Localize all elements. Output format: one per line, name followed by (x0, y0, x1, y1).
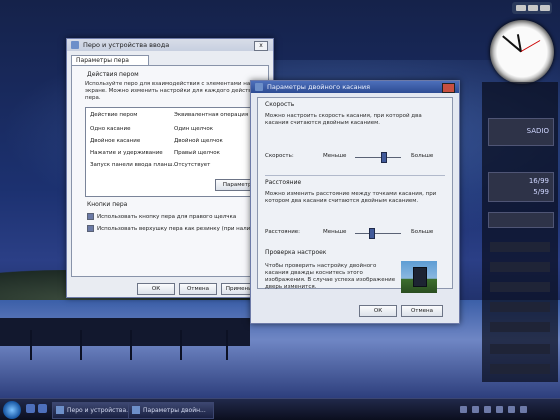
eraser-checkbox[interactable]: Использовать верхушку пера как резинку (… (87, 225, 263, 232)
tray-icon[interactable] (472, 406, 479, 413)
gadget-next-icon[interactable] (540, 5, 550, 11)
window-titlebar[interactable]: Перо и устройства ввода x (67, 39, 273, 51)
pier (0, 318, 250, 346)
gadget-slot[interactable] (488, 212, 554, 228)
header-equivalent: Эквивалентная операция (174, 112, 249, 118)
settings-window-icon (255, 83, 263, 91)
distance-slider-thumb[interactable] (369, 228, 376, 239)
speed-description: Можно настроить скорость касания, при ко… (265, 113, 422, 126)
row-action: Двойное касание (90, 138, 141, 144)
speed-label: Скорость: (265, 153, 294, 159)
actions-description: Используйте перо для взаимодействия с эл… (85, 81, 259, 101)
distance-description: Можно изменить расстояние между точками … (265, 191, 437, 204)
double-tap-window: Параметры двойного касания Скорость Можн… (250, 80, 460, 324)
gadget-add-icon[interactable] (516, 5, 526, 11)
row-action: Одно касание (90, 126, 131, 132)
pier-post (80, 330, 82, 360)
gadget-slot[interactable] (490, 262, 550, 272)
cpu-gadget[interactable]: SADIO (488, 118, 554, 146)
settings-task-icon (132, 406, 140, 414)
checkbox-box[interactable] (87, 213, 94, 220)
row-equivalent: Двойной щелчок (174, 138, 223, 144)
meter-gadget[interactable]: 16/99 5/99 (488, 172, 554, 202)
pier-post (226, 330, 228, 360)
taskbar: Перо и устройства... Параметры двойн... (0, 398, 560, 420)
quick-launch-icon[interactable] (38, 404, 47, 413)
tray-icon[interactable] (508, 406, 515, 413)
clock-second-hand (520, 40, 541, 52)
row-equivalent: Правый щелчок (174, 150, 220, 156)
clock-gadget[interactable] (490, 20, 554, 84)
header-action: Действие пером (90, 112, 138, 118)
distance-label: Расстояние: (265, 229, 301, 235)
taskbar-task-pen[interactable]: Перо и устройства... (52, 402, 138, 419)
tray-icon[interactable] (496, 406, 503, 413)
distance-max-label: Больше (411, 229, 434, 235)
pier-post (130, 330, 132, 360)
gadget-slot[interactable] (490, 302, 550, 312)
speed-min-label: Меньше (323, 153, 347, 159)
pen-task-icon (56, 406, 64, 414)
pier-post (30, 330, 32, 360)
row-action: Нажатие и удерживание (90, 150, 163, 156)
window-title: Перо и устройства ввода (83, 41, 170, 49)
meter2: 5/99 (533, 188, 549, 196)
pen-input-window: Перо и устройства ввода x Параметры пера… (66, 38, 274, 298)
task-label: Перо и устройства... (67, 407, 132, 414)
section-title: Действия пером (87, 71, 139, 78)
tray-icon[interactable] (484, 406, 491, 413)
window-titlebar[interactable]: Параметры двойного касания (251, 81, 459, 93)
gadget-slot[interactable] (490, 242, 550, 252)
door-icon (413, 267, 427, 287)
checkbox-label: Использовать кнопку пера для правого щел… (97, 214, 237, 220)
close-button[interactable] (442, 83, 455, 93)
window-title: Параметры двойного касания (267, 83, 371, 91)
row-action: Запуск панели ввода планш... (90, 162, 178, 168)
meter1: 16/99 (528, 177, 549, 185)
checkbox-label: Использовать верхушку пера как резинку (… (97, 226, 263, 232)
right-click-checkbox[interactable]: Использовать кнопку пера для правого щел… (87, 213, 236, 220)
quick-launch-icon[interactable] (26, 404, 35, 413)
gadget-prev-icon[interactable] (528, 5, 538, 11)
checkbox-box[interactable] (87, 225, 94, 232)
gadget-slot[interactable] (490, 322, 550, 332)
speed-slider[interactable] (355, 157, 401, 158)
section-title: Скорость (265, 101, 295, 108)
row-equivalent: Отсутствует (174, 162, 211, 168)
sidebar-tabs[interactable] (512, 2, 552, 14)
row-equivalent: Один щелчок (174, 126, 214, 132)
close-button[interactable]: x (254, 41, 268, 51)
system-tray (450, 401, 560, 419)
gadget-slot[interactable] (490, 364, 550, 374)
speed-max-label: Больше (411, 153, 434, 159)
ok-button[interactable]: ОК (359, 305, 397, 317)
cpu-label: SADIO (526, 127, 549, 135)
desktop: SADIO 16/99 5/99 Перо и устройства ввода… (0, 0, 560, 420)
distance-min-label: Меньше (323, 229, 347, 235)
test-description: Чтобы проверить настройку двойного касан… (265, 263, 396, 290)
divider (265, 175, 445, 176)
speed-slider-thumb[interactable] (380, 152, 387, 163)
start-button[interactable] (3, 401, 21, 419)
section-title: Кнопки пера (87, 201, 128, 208)
test-image[interactable] (401, 261, 437, 293)
gadget-slot[interactable] (490, 344, 550, 354)
tray-icon[interactable] (520, 406, 527, 413)
cancel-button[interactable]: Отмена (401, 305, 443, 317)
ok-button[interactable]: ОК (137, 283, 175, 295)
pen-window-icon (71, 41, 79, 49)
pier-post (180, 330, 182, 360)
section-title: Проверка настроек (265, 249, 327, 256)
cancel-button[interactable]: Отмена (179, 283, 217, 295)
tray-icon[interactable] (460, 406, 467, 413)
section-title: Расстояние (265, 179, 302, 186)
distance-slider[interactable] (355, 233, 401, 234)
gadget-slot[interactable] (490, 282, 550, 292)
task-label: Параметры двойн... (143, 407, 206, 414)
taskbar-task-double-tap[interactable]: Параметры двойн... (128, 402, 214, 419)
